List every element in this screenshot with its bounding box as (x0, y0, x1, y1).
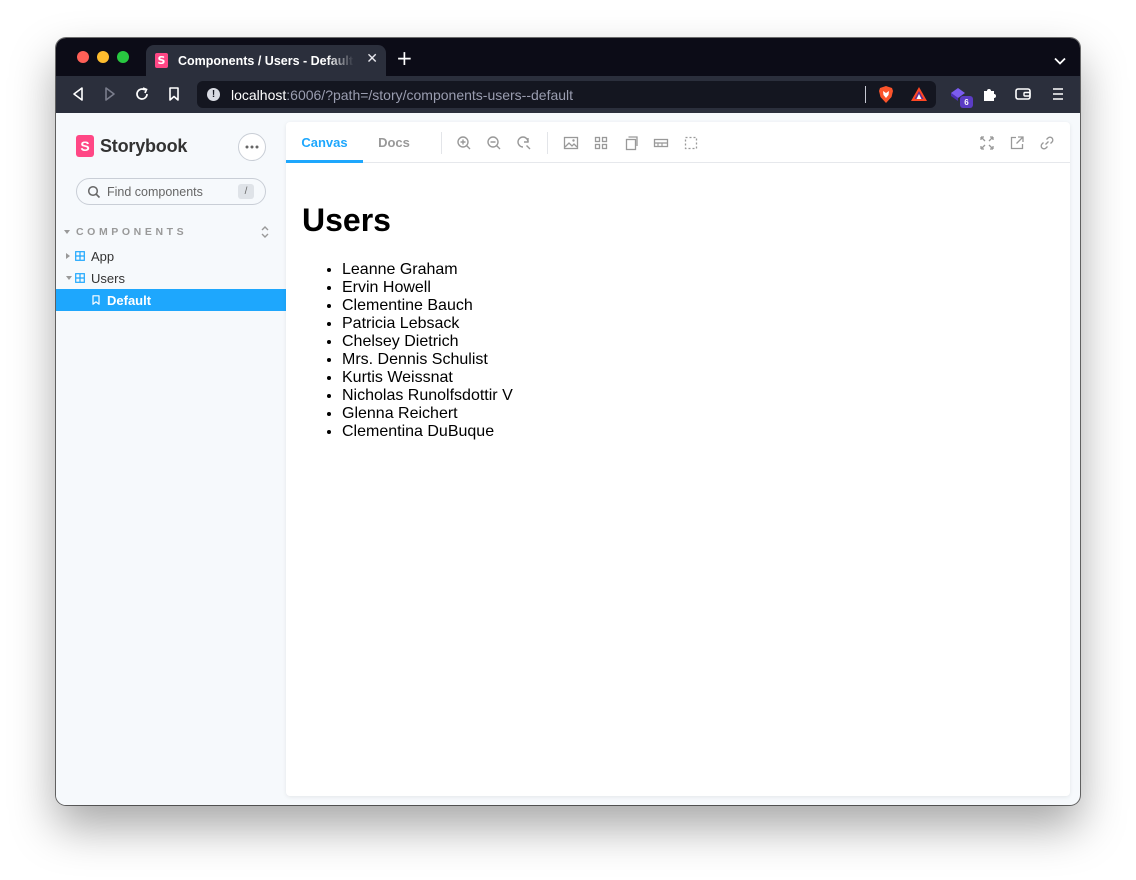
sidebar-item-default[interactable]: Default (56, 289, 286, 311)
list-item: Clementine Bauch (342, 297, 1054, 315)
close-window-button[interactable] (77, 51, 89, 63)
sidebar-item-label: Users (91, 270, 125, 286)
list-item: Patricia Lebsack (342, 315, 1054, 333)
toolbar-divider (547, 132, 548, 154)
tab-list-chevron-icon[interactable] (1054, 52, 1066, 70)
search-input[interactable] (107, 184, 227, 199)
wallet-icon[interactable] (1014, 85, 1032, 103)
caret-right-icon (66, 253, 70, 259)
panel-toolbar: Canvas Docs (286, 122, 1070, 163)
ellipsis-icon (245, 145, 259, 149)
outline-icon[interactable] (683, 135, 699, 151)
grid-icon[interactable] (593, 135, 609, 151)
list-item: Leanne Graham (342, 261, 1054, 279)
forward-icon[interactable] (101, 85, 119, 103)
sidebar-item-app[interactable]: App (56, 245, 286, 267)
list-item: Nicholas Runolfsdottir V (342, 387, 1054, 405)
storybook-logo-icon: S (76, 135, 94, 157)
preview-panel: Canvas Docs Users Leanne Graham Ervin Ho… (286, 122, 1070, 796)
browser-window: S Components / Users - Default ✕ + ! loc… (56, 38, 1080, 805)
viewport-icon[interactable] (623, 135, 639, 151)
fullscreen-icon[interactable] (979, 135, 995, 151)
site-info-icon[interactable]: ! (207, 88, 220, 101)
storybook-logo[interactable]: S Storybook (76, 135, 187, 157)
tab-title: Components / Users - Default (178, 53, 354, 68)
bookmark-icon (92, 295, 100, 305)
sidebar-item-users[interactable]: Users (56, 267, 286, 289)
zoom-in-icon[interactable] (456, 135, 472, 151)
component-icon (75, 251, 85, 261)
toolbar-divider (441, 132, 442, 154)
page-title: Users (302, 202, 391, 238)
component-icon (75, 273, 85, 283)
tab-close-icon[interactable]: ✕ (366, 51, 378, 67)
list-item: Chelsey Dietrich (342, 333, 1054, 351)
browser-toolbar: ! localhost:6006/?path=/story/components… (56, 76, 1080, 113)
minimize-window-button[interactable] (97, 51, 109, 63)
search-shortcut-key: / (238, 184, 254, 199)
expand-collapse-all-icon[interactable] (260, 225, 270, 244)
list-item: Ervin Howell (342, 279, 1054, 297)
measure-icon[interactable] (653, 135, 669, 151)
zoom-reset-icon[interactable] (516, 135, 532, 151)
open-new-tab-icon[interactable] (1009, 135, 1025, 151)
section-header-components[interactable]: COMPONENTS (64, 225, 270, 239)
list-item: Kurtis Weissnat (342, 369, 1054, 387)
sidebar-item-label: App (91, 248, 115, 264)
brave-rewards-icon[interactable] (910, 86, 928, 107)
zoom-out-icon[interactable] (486, 135, 502, 151)
address-bar[interactable]: ! localhost:6006/?path=/story/components… (197, 81, 936, 108)
more-options-button[interactable] (238, 133, 266, 161)
search-icon (87, 185, 101, 198)
tab-canvas[interactable]: Canvas (286, 122, 363, 163)
list-item: Mrs. Dennis Schulist (342, 351, 1054, 369)
tab-strip: S Components / Users - Default ✕ + (56, 38, 1080, 76)
url-divider (865, 86, 866, 103)
reload-icon[interactable] (133, 85, 151, 103)
storybook-favicon-icon: S (155, 53, 168, 68)
list-item: Clementina DuBuque (342, 423, 1054, 441)
brave-shields-icon[interactable] (877, 85, 895, 109)
sidebar-item-label: Default (107, 292, 152, 308)
user-list: Leanne Graham Ervin Howell Clementine Ba… (302, 261, 1054, 441)
tab-docs[interactable]: Docs (363, 122, 425, 162)
bookmark-page-icon[interactable] (165, 85, 183, 103)
browser-tab[interactable]: S Components / Users - Default ✕ (146, 45, 386, 76)
copy-link-icon[interactable] (1039, 135, 1055, 151)
back-icon[interactable] (69, 85, 87, 103)
new-tab-button[interactable]: + (396, 48, 413, 68)
section-label: COMPONENTS (76, 226, 188, 238)
background-image-icon[interactable] (563, 135, 579, 151)
story-canvas: Users Leanne Graham Ervin Howell Clement… (286, 164, 1070, 796)
list-item: Glenna Reichert (342, 405, 1054, 423)
url-text: localhost:6006/?path=/story/components-u… (231, 86, 574, 103)
search-box[interactable]: / (76, 178, 266, 205)
menu-icon[interactable] (1049, 85, 1067, 103)
storybook-sidebar: S Storybook / COMPONENTS App Users (56, 113, 286, 805)
caret-down-icon (66, 276, 72, 280)
caret-down-icon (64, 230, 70, 234)
extension-badge: 6 (960, 96, 973, 108)
zoom-window-button[interactable] (117, 51, 129, 63)
brand-name: Storybook (100, 135, 188, 156)
extensions-puzzle-icon[interactable] (981, 85, 999, 103)
